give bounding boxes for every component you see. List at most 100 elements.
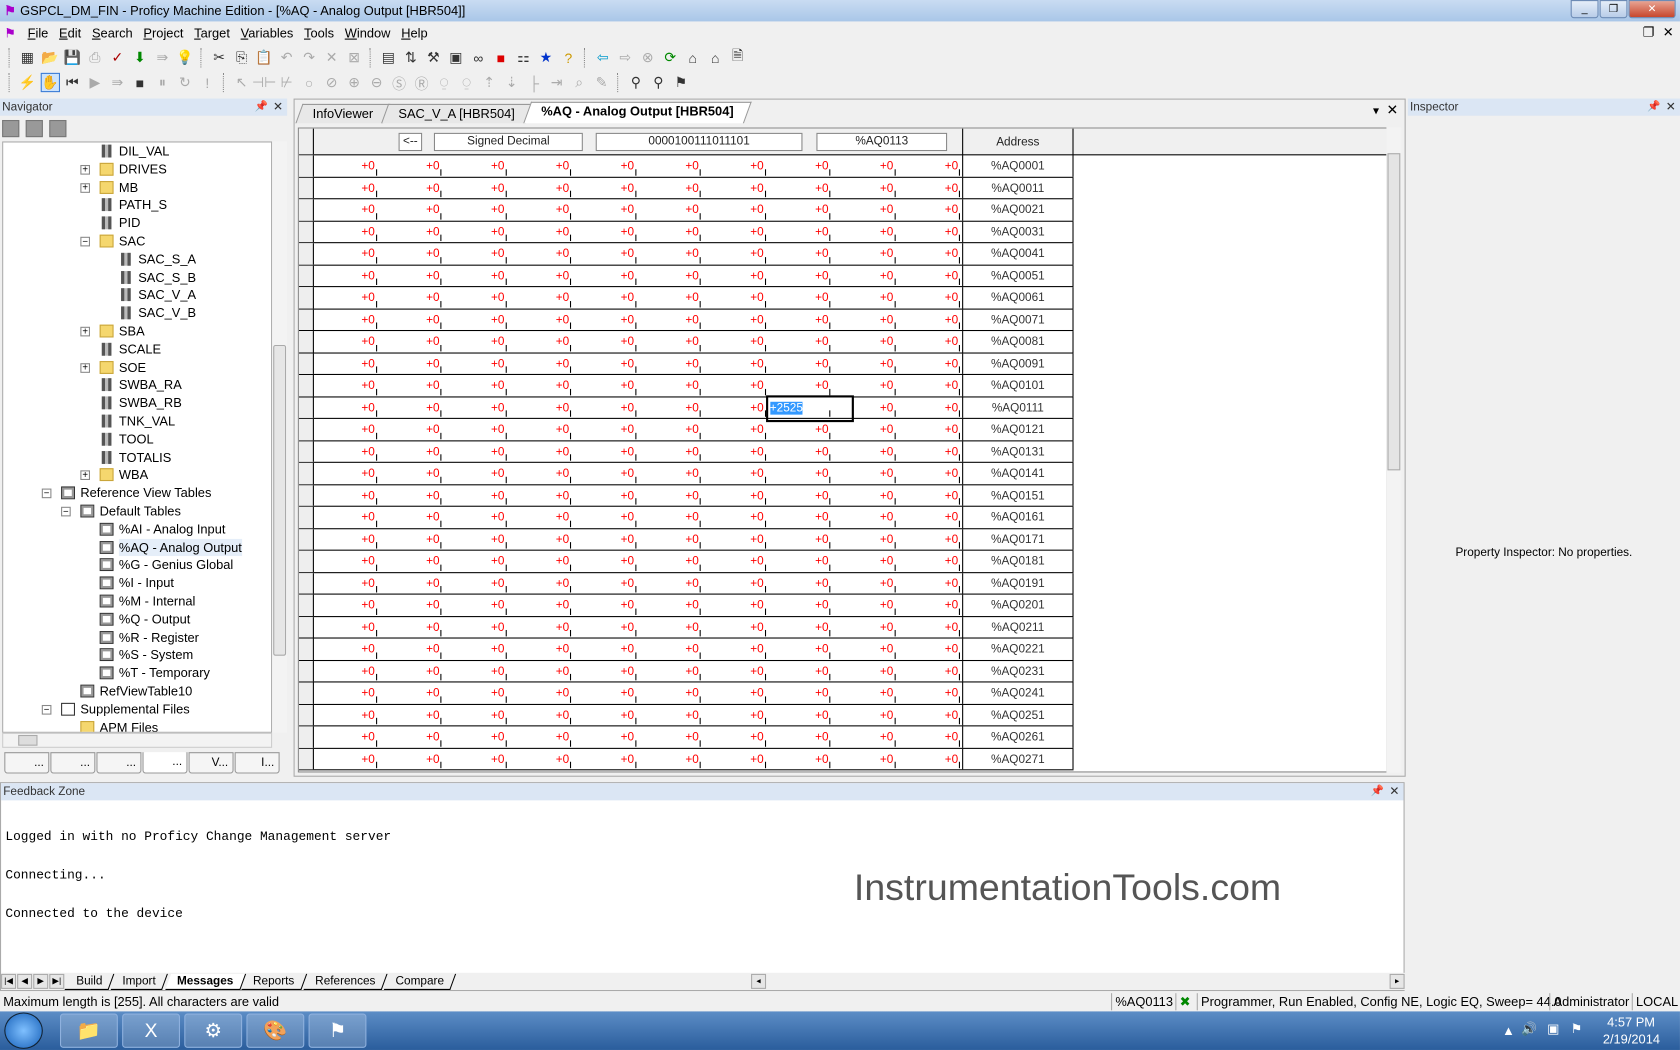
- value-cell[interactable]: +0: [897, 397, 961, 418]
- tree-item[interactable]: RefViewTable10: [3, 682, 271, 700]
- value-cell[interactable]: +0: [314, 726, 377, 747]
- value-cell[interactable]: +0: [638, 331, 701, 352]
- value-cell[interactable]: +0: [444, 682, 507, 703]
- value-cell[interactable]: +0: [444, 463, 507, 484]
- value-cell[interactable]: +0: [897, 353, 961, 374]
- value-cell[interactable]: +0: [832, 353, 896, 374]
- value-cell[interactable]: +0: [897, 573, 961, 594]
- explorer-icon[interactable]: 📁: [59, 1013, 118, 1048]
- value-cell[interactable]: +0: [314, 485, 377, 506]
- value-cell[interactable]: +0: [638, 353, 701, 374]
- value-cell[interactable]: +0: [444, 441, 507, 462]
- value-cell[interactable]: +0: [638, 661, 701, 682]
- value-cell[interactable]: +0: [508, 309, 572, 330]
- property-view-icon[interactable]: [25, 119, 43, 138]
- value-cell[interactable]: +0: [379, 617, 442, 638]
- tree-item[interactable]: − Supplemental Files: [3, 700, 271, 718]
- value-cell[interactable]: +0: [638, 199, 701, 220]
- rewind-icon[interactable]: ⏮: [63, 73, 82, 92]
- tree-item[interactable]: %M - Internal: [3, 592, 271, 610]
- value-cell[interactable]: +0: [314, 375, 377, 396]
- value-cell[interactable]: +0: [314, 595, 377, 616]
- scroll-right-icon[interactable]: ▸: [1389, 973, 1405, 989]
- delete-icon[interactable]: ✕: [322, 48, 341, 67]
- clock-date[interactable]: 2/19/2014: [1603, 1032, 1660, 1047]
- value-cell[interactable]: +0: [379, 177, 442, 198]
- value-cell[interactable]: +0: [508, 704, 572, 725]
- value-cell[interactable]: +0: [508, 551, 572, 572]
- value-cell[interactable]: +0: [379, 573, 442, 594]
- tab-document[interactable]: SAC_V_A [HBR504]: [381, 103, 534, 124]
- filter-icon[interactable]: [49, 119, 67, 138]
- value-cell[interactable]: +0: [379, 551, 442, 572]
- value-cell[interactable]: +0: [832, 682, 896, 703]
- variables-tab[interactable]: ...: [50, 752, 96, 774]
- value-cell[interactable]: +0: [508, 617, 572, 638]
- value-cell[interactable]: +0: [573, 221, 636, 242]
- value-cell[interactable]: +0: [379, 397, 442, 418]
- value-cell[interactable]: +0: [444, 221, 507, 242]
- value-cell[interactable]: +0: [508, 265, 572, 286]
- reference-icon[interactable]: ∞: [469, 48, 488, 67]
- row-header[interactable]: [298, 221, 314, 243]
- value-cell[interactable]: +0: [314, 419, 377, 440]
- collapse-icon[interactable]: −: [41, 704, 52, 715]
- value-cell[interactable]: +0: [768, 243, 831, 264]
- value-cell[interactable]: +0: [768, 155, 831, 176]
- value-cell[interactable]: +0: [703, 199, 766, 220]
- tree-item[interactable]: PATH_S: [3, 196, 271, 214]
- tree-item[interactable]: %AI - Analog Input: [3, 520, 271, 538]
- value-cell[interactable]: +0: [379, 155, 442, 176]
- upload-icon[interactable]: ⇛: [153, 48, 172, 67]
- value-cell[interactable]: +0: [768, 221, 831, 242]
- value-cell[interactable]: +0: [832, 287, 896, 308]
- coil-neg-icon[interactable]: ⊘: [322, 73, 341, 92]
- value-cell[interactable]: +0: [832, 441, 896, 462]
- value-cell[interactable]: +0: [897, 419, 961, 440]
- value-cell[interactable]: +0: [768, 441, 831, 462]
- expand-icon[interactable]: +: [80, 362, 90, 373]
- value-cell[interactable]: +0: [638, 177, 701, 198]
- pos-trans-icon[interactable]: ⍜: [434, 73, 453, 92]
- value-cell[interactable]: +0: [444, 375, 507, 396]
- value-cell[interactable]: +0: [508, 661, 572, 682]
- value-cell[interactable]: +0: [832, 177, 896, 198]
- value-cell[interactable]: +0: [703, 529, 766, 550]
- value-cell[interactable]: +0: [314, 529, 377, 550]
- value-cell[interactable]: +0: [508, 529, 572, 550]
- value-cell[interactable]: +0: [638, 551, 701, 572]
- view-tab[interactable]: V...: [188, 752, 234, 774]
- value-cell[interactable]: +0: [897, 265, 961, 286]
- value-cell[interactable]: +0: [573, 726, 636, 747]
- navigator-icon[interactable]: ▤: [379, 48, 398, 67]
- row-header[interactable]: [298, 528, 314, 550]
- value-cell[interactable]: +0: [379, 243, 442, 264]
- value-cell[interactable]: +0: [897, 243, 961, 264]
- row-header[interactable]: [298, 572, 314, 594]
- prev-tab-icon[interactable]: ◀: [17, 973, 33, 989]
- value-cell[interactable]: +0: [444, 726, 507, 747]
- tree-item[interactable]: SAC_S_A: [3, 250, 271, 268]
- value-cell[interactable]: +0: [444, 353, 507, 374]
- value-cell[interactable]: +0: [379, 441, 442, 462]
- tab-document[interactable]: %AQ - Analog Output [HBR504]: [523, 101, 752, 124]
- value-cell[interactable]: +0: [897, 463, 961, 484]
- value-cell[interactable]: +0: [379, 682, 442, 703]
- value-cell[interactable]: +0: [508, 375, 572, 396]
- tree-item[interactable]: SCALE: [3, 340, 271, 358]
- value-cell[interactable]: +0: [703, 748, 766, 769]
- value-cell[interactable]: +0: [314, 353, 377, 374]
- row-header[interactable]: [298, 704, 314, 726]
- value-cell[interactable]: +0: [638, 704, 701, 725]
- value-cell[interactable]: +0: [768, 485, 831, 506]
- minimize-button[interactable]: _: [1570, 0, 1599, 19]
- value-cell[interactable]: +0: [638, 397, 701, 418]
- mdi-restore-button[interactable]: ❐: [1643, 25, 1655, 40]
- value-cell[interactable]: +0: [638, 529, 701, 550]
- value-cell[interactable]: +0: [508, 463, 572, 484]
- tree-item[interactable]: + SOE: [3, 358, 271, 376]
- row-header[interactable]: [298, 638, 314, 660]
- value-cell[interactable]: +0: [444, 155, 507, 176]
- value-cell[interactable]: +0: [832, 485, 896, 506]
- value-cell[interactable]: +0: [703, 682, 766, 703]
